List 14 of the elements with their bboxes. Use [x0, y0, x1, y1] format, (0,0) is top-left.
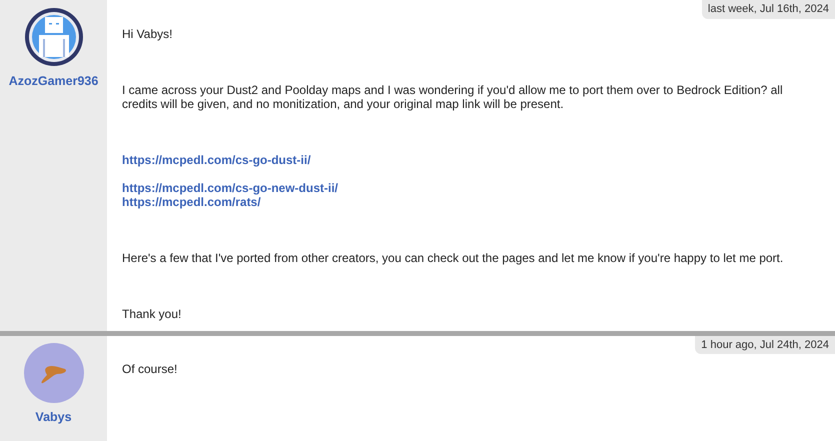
robot-avatar-icon	[24, 7, 84, 67]
message-text: Of course!	[122, 362, 178, 376]
author-name[interactable]: AzozGamer936	[8, 72, 98, 91]
message-text: Here's a few that I've ported from other creators, you can check out the pages and let me know if you're happy to let me port.	[122, 250, 784, 264]
link[interactable]: https://mcpedl.com/cs-go-dust-ii/	[122, 152, 311, 166]
timestamp: 1 hour ago, Jul 24th, 2024	[695, 336, 835, 354]
link[interactable]: https://mcpedl.com/rats/	[122, 194, 261, 208]
timestamp: last week, Jul 16th, 2024	[702, 0, 835, 18]
message-text: Hi Vabys!	[122, 26, 174, 40]
link[interactable]: https://mcpedl.com/cs-go-new-dust-ii/	[122, 180, 338, 194]
author-name[interactable]: Vabys	[35, 408, 72, 426]
message-text: I came across your Dust2 and Poolday maps and I was wondering if you'd allow me to port them over to Bedrock Edition? all credits will be given, and no monitization, and your original map link will be present.	[122, 82, 784, 110]
message-text: Thank you!	[122, 306, 182, 320]
avatar-icon	[24, 342, 84, 402]
